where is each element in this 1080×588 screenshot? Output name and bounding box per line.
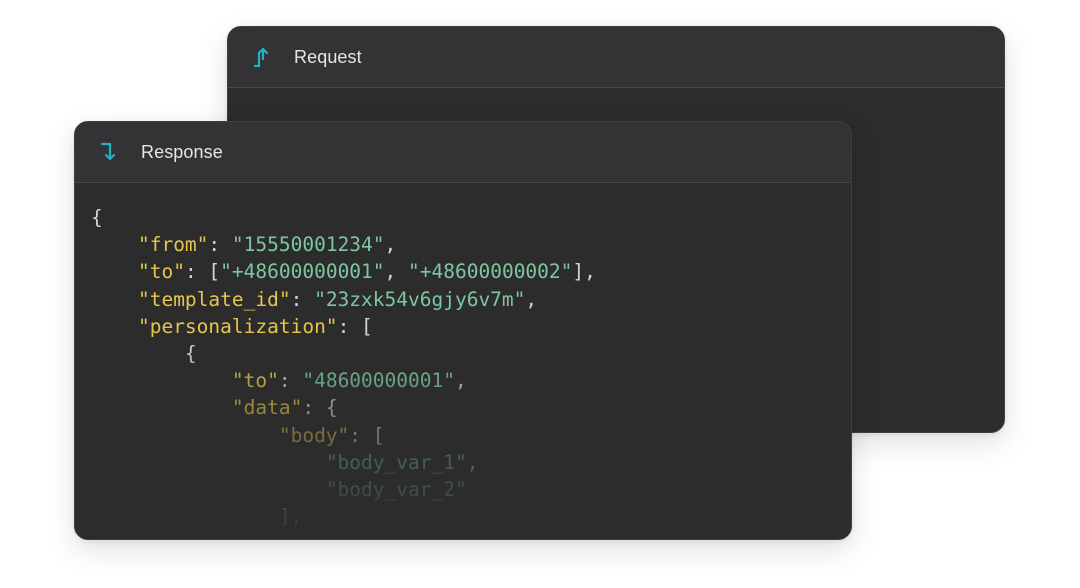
code-line: "body_var_2" xyxy=(91,476,851,503)
code-line: "body": [ xyxy=(91,422,851,449)
code-line: "to": ["+48600000001", "+48600000002"], xyxy=(91,258,851,285)
response-header[interactable]: Response xyxy=(75,122,851,183)
code-line: { xyxy=(91,340,851,367)
json-punct xyxy=(91,369,232,392)
response-title: Response xyxy=(141,141,223,162)
code-line: "body_var_1", xyxy=(91,449,851,476)
json-punct: : xyxy=(290,287,315,311)
json-punct: : xyxy=(208,233,232,257)
json-key: "from" xyxy=(137,233,209,257)
code-line: "data": { xyxy=(91,394,851,421)
json-string: "body_var_1" xyxy=(325,450,467,474)
json-punct xyxy=(91,396,232,419)
request-title: Request xyxy=(294,46,362,67)
arrow-up-icon xyxy=(252,46,274,68)
arrow-down-icon xyxy=(99,141,121,163)
json-key: "to" xyxy=(137,260,185,284)
json-punct: { xyxy=(91,341,197,365)
json-punct: ], xyxy=(572,260,596,284)
json-punct: ], xyxy=(91,505,303,529)
json-punct: { xyxy=(91,206,103,229)
json-string: "23zxk54v6gjy6v7m" xyxy=(314,287,526,311)
json-key: "template_id" xyxy=(137,287,291,311)
code-line: ], xyxy=(91,503,851,530)
json-key: "personalization" xyxy=(137,314,338,338)
json-key: "to" xyxy=(231,369,279,393)
json-string: "body_var_2" xyxy=(325,477,467,501)
json-key: "data" xyxy=(231,396,303,420)
json-punct: : [ xyxy=(337,314,373,338)
json-punct xyxy=(91,424,279,447)
json-punct: : [ xyxy=(184,260,221,284)
json-punct: , xyxy=(384,260,409,284)
json-string: "15550001234" xyxy=(231,233,385,257)
json-string: "+48600000001" xyxy=(220,260,385,284)
request-header[interactable]: Request xyxy=(228,27,1004,88)
json-punct: : xyxy=(278,369,303,393)
json-punct: , xyxy=(525,287,538,311)
json-punct: , xyxy=(384,233,397,257)
response-panel: Response { "from": "15550001234", "to": … xyxy=(74,121,852,540)
json-key: "body" xyxy=(278,423,350,447)
code-line: { xyxy=(91,204,851,231)
code-line: "template_id": "23zxk54v6gjy6v7m", xyxy=(91,286,851,313)
json-punct xyxy=(91,233,138,256)
json-punct: : [ xyxy=(349,423,385,447)
json-string: "+48600000002" xyxy=(408,260,573,284)
code-line: "from": "15550001234", xyxy=(91,231,851,258)
json-punct: : { xyxy=(302,396,338,420)
json-punct xyxy=(91,288,138,311)
response-code-block[interactable]: { "from": "15550001234", "to": ["+486000… xyxy=(75,183,851,530)
json-punct xyxy=(91,478,326,501)
code-line: "to": "48600000001", xyxy=(91,367,851,394)
code-line: "personalization": [ xyxy=(91,313,851,340)
json-punct: , xyxy=(454,369,467,393)
json-punct xyxy=(91,451,326,474)
json-punct xyxy=(91,260,138,283)
json-punct xyxy=(91,315,138,338)
json-punct: , xyxy=(466,450,479,474)
json-string: "48600000001" xyxy=(302,369,455,393)
